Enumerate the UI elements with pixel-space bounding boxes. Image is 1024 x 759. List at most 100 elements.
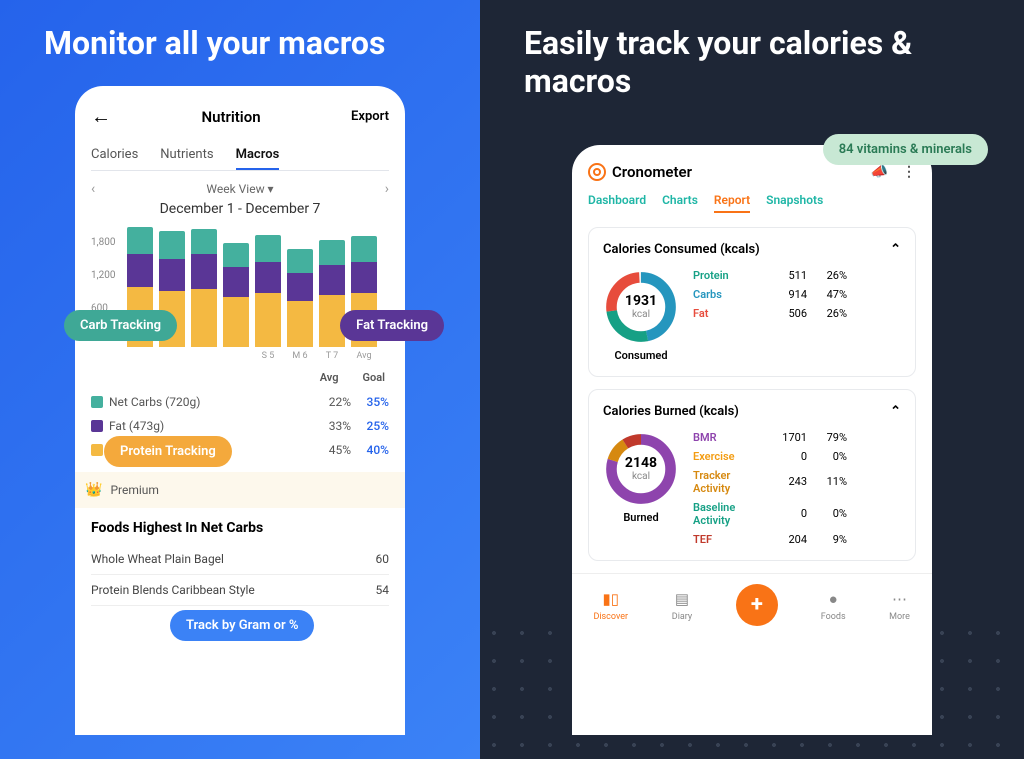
nutrition-tabs: Calories Nutrients Macros — [91, 141, 389, 171]
prev-week-icon[interactable]: ‹ — [91, 181, 95, 197]
macro-avg: 33% — [313, 419, 351, 433]
burned-donut: 2148kcal — [603, 431, 679, 507]
tab-snapshots[interactable]: Snapshots — [766, 193, 823, 213]
metric-name: Tracker Activity — [693, 469, 763, 495]
tab-report[interactable]: Report — [714, 193, 750, 213]
pill-carb-tracking: Carb Tracking — [64, 310, 177, 341]
announce-icon[interactable]: 📣 — [871, 164, 888, 180]
pill-track-mode: Track by Gram or % — [170, 610, 314, 641]
pill-fat-tracking: Fat Tracking — [340, 310, 444, 341]
date-range: December 1 - December 7 — [91, 201, 389, 217]
export-button[interactable]: Export — [351, 109, 389, 124]
macro-label: Net Carbs (720g) — [109, 395, 313, 409]
metric-pct: 11% — [807, 475, 847, 488]
ytick: 1,800 — [91, 237, 115, 248]
metric-pct: 26% — [807, 307, 847, 320]
burned-unit: kcal — [632, 471, 650, 482]
metric-pct: 9% — [807, 533, 847, 546]
nav-foods[interactable]: ●Foods — [821, 588, 846, 622]
right-headline: Easily track your calories & macros — [524, 24, 1004, 101]
metric-name: BMR — [693, 431, 763, 444]
metric-pct: 0% — [807, 450, 847, 463]
macro-bar-chart: 1,800 1,200 600 S 5M 6T 7Avg — [91, 227, 389, 361]
metric-val: 506 — [763, 307, 807, 320]
col-avg: Avg — [320, 371, 339, 384]
nav-discover[interactable]: ▮▯Discover — [593, 588, 628, 622]
premium-label: Premium — [110, 483, 158, 497]
metric-val: 0 — [763, 507, 807, 520]
screen-title: Nutrition — [201, 108, 260, 126]
burned-value: 2148 — [625, 455, 657, 471]
metric-val: 511 — [763, 269, 807, 282]
tab-charts[interactable]: Charts — [662, 193, 698, 213]
metric-val: 0 — [763, 450, 807, 463]
nav-diary[interactable]: ▤Diary — [671, 588, 693, 622]
foods-icon: ● — [822, 588, 844, 610]
food-name: Protein Blends Caribbean Style — [91, 583, 255, 597]
nav-more[interactable]: ⋯More — [889, 588, 911, 622]
consumed-donut: 1931kcal — [603, 269, 679, 345]
macro-row: Fat (473g)33%25% — [91, 414, 389, 438]
swatch — [91, 396, 103, 408]
card-burned: Calories Burned (kcals) ⌃ 2148kcal — [588, 389, 916, 561]
metric-row: Fat50626% — [693, 307, 901, 320]
metric-val: 1701 — [763, 431, 807, 444]
metric-val: 243 — [763, 475, 807, 488]
food-val: 60 — [376, 552, 390, 566]
col-goal: Goal — [363, 371, 386, 384]
food-row[interactable]: Protein Blends Caribbean Style 54 — [91, 575, 389, 606]
food-row[interactable]: Whole Wheat Plain Bagel 60 — [91, 544, 389, 575]
premium-banner[interactable]: 👑 Premium — [75, 472, 405, 508]
consumed-value: 1931 — [625, 293, 657, 309]
crown-icon: 👑 — [85, 482, 102, 498]
collapse-icon[interactable]: ⌃ — [890, 404, 901, 419]
metric-row: Baseline Activity00% — [693, 501, 901, 527]
macro-goal[interactable]: 25% — [351, 419, 389, 433]
swatch — [91, 444, 103, 456]
left-headline: Monitor all your macros — [44, 24, 385, 62]
tab-dashboard[interactable]: Dashboard — [588, 193, 646, 213]
metric-name: Fat — [693, 307, 763, 320]
consumed-title: Calories Consumed (kcals) — [603, 242, 760, 257]
metric-pct: 47% — [807, 288, 847, 301]
metric-row: TEF2049% — [693, 533, 901, 546]
more-icon: ⋯ — [889, 588, 911, 610]
foods-section-title: Foods Highest In Net Carbs — [91, 520, 389, 536]
metric-pct: 79% — [807, 431, 847, 444]
metric-name: TEF — [693, 533, 763, 546]
brand-name: Cronometer — [612, 163, 692, 181]
metric-name: Protein — [693, 269, 763, 282]
macro-row: Net Carbs (720g)22%35% — [91, 390, 389, 414]
pill-vitamins: 84 vitamins & minerals — [823, 134, 988, 165]
menu-icon[interactable]: ⋮ — [902, 164, 916, 180]
metric-row: Carbs91447% — [693, 288, 901, 301]
report-tabs: Dashboard Charts Report Snapshots — [588, 193, 916, 213]
card-consumed: Calories Consumed (kcals) ⌃ 1931kcal — [588, 227, 916, 377]
ytick: 1,200 — [91, 270, 115, 281]
metric-name: Carbs — [693, 288, 763, 301]
metric-pct: 26% — [807, 269, 847, 282]
nav-add-button[interactable]: + — [736, 584, 778, 626]
macro-avg: 22% — [313, 395, 351, 409]
week-view-label[interactable]: Week View ▾ — [206, 182, 273, 196]
tab-nutrients[interactable]: Nutrients — [160, 141, 213, 170]
metric-row: Tracker Activity24311% — [693, 469, 901, 495]
diary-icon: ▤ — [671, 588, 693, 610]
macro-goal[interactable]: 35% — [351, 395, 389, 409]
collapse-icon[interactable]: ⌃ — [890, 242, 901, 257]
next-week-icon[interactable]: › — [385, 181, 389, 197]
metric-name: Exercise — [693, 450, 763, 463]
food-val: 54 — [376, 583, 390, 597]
metric-val: 914 — [763, 288, 807, 301]
swatch — [91, 420, 103, 432]
metric-row: Protein51126% — [693, 269, 901, 282]
tab-calories[interactable]: Calories — [91, 141, 138, 170]
consumed-unit: kcal — [632, 309, 650, 320]
macro-goal[interactable]: 40% — [351, 443, 389, 457]
bar — [255, 235, 281, 347]
tab-macros[interactable]: Macros — [236, 141, 280, 170]
metric-row: Exercise00% — [693, 450, 901, 463]
food-name: Whole Wheat Plain Bagel — [91, 552, 224, 566]
back-icon[interactable]: ← — [91, 104, 111, 129]
macro-avg: 45% — [313, 443, 351, 457]
